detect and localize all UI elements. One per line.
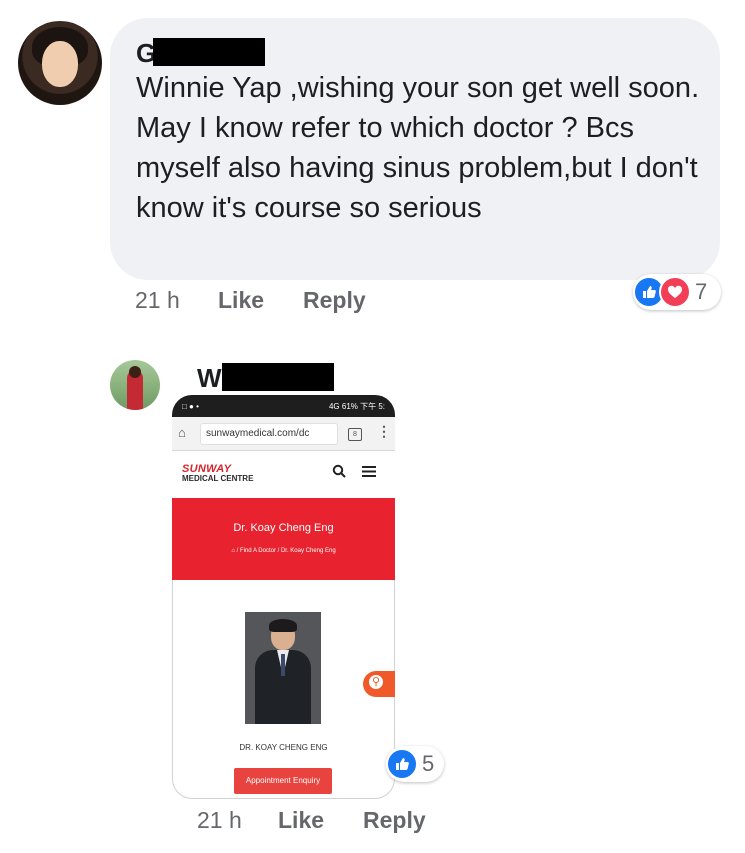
commenter-avatar[interactable] bbox=[18, 21, 102, 105]
reaction-summary[interactable]: 5 bbox=[386, 746, 444, 782]
avatar-head bbox=[129, 366, 141, 378]
browser-url-bar: ⌂ sunwaymedical.com/dc 8 ⋮ bbox=[172, 417, 395, 451]
like-button[interactable]: Like bbox=[218, 287, 264, 314]
like-button[interactable]: Like bbox=[278, 807, 324, 834]
site-header: SUNWAY MEDICAL CENTRE bbox=[172, 451, 395, 498]
reply-button[interactable]: Reply bbox=[303, 287, 366, 314]
reply-button[interactable]: Reply bbox=[363, 807, 426, 834]
attached-screenshot[interactable]: □ ● • 4G 61% 下午 5: ⌂ sunwaymedical.com/d… bbox=[172, 395, 395, 799]
search-icon bbox=[332, 464, 346, 483]
hamburger-menu-icon bbox=[362, 463, 376, 483]
sunway-logo-subtitle: MEDICAL CENTRE bbox=[182, 474, 254, 483]
name-redaction bbox=[153, 38, 265, 66]
more-menu-icon: ⋮ bbox=[377, 423, 391, 439]
love-icon bbox=[659, 276, 691, 308]
doctor-photo bbox=[245, 612, 321, 724]
avatar-face bbox=[42, 41, 78, 87]
appointment-enquiry-button: Appointment Enquiry bbox=[234, 768, 332, 794]
doctor-hero-banner: Dr. Koay Cheng Eng ⌂ / Find A Doctor / D… bbox=[172, 498, 395, 580]
status-right-info: 4G 61% 下午 5: bbox=[328, 401, 385, 411]
home-icon: ⌂ bbox=[178, 425, 186, 440]
status-left-icons: □ ● • bbox=[182, 401, 199, 411]
reaction-summary[interactable]: 7 bbox=[633, 274, 721, 310]
reaction-count: 5 bbox=[422, 751, 435, 776]
doctor-title: Dr. Koay Cheng Eng bbox=[233, 522, 334, 534]
photo-hair bbox=[269, 619, 297, 632]
url-field: sunwaymedical.com/dc bbox=[200, 423, 338, 445]
breadcrumb: ⌂ / Find A Doctor / Dr. Koay Cheng Eng bbox=[231, 548, 336, 554]
like-icon bbox=[386, 748, 418, 780]
floating-search-icon: ⚲ bbox=[363, 671, 395, 697]
replier-name[interactable]: W bbox=[197, 363, 222, 394]
doctor-name: DR. KOAY CHENG ENG bbox=[239, 743, 328, 752]
name-redaction bbox=[222, 363, 334, 391]
comment-timestamp[interactable]: 21 h bbox=[135, 287, 180, 314]
photo-tie bbox=[281, 654, 285, 676]
phone-status-bar: □ ● • 4G 61% 下午 5: bbox=[172, 395, 395, 417]
tabs-icon: 8 bbox=[348, 428, 362, 441]
reaction-count: 7 bbox=[695, 279, 708, 304]
replier-avatar[interactable] bbox=[110, 360, 160, 410]
reply-timestamp[interactable]: 21 h bbox=[197, 807, 242, 834]
comment-text: Winnie Yap ,wishing your son get well so… bbox=[136, 72, 700, 224]
